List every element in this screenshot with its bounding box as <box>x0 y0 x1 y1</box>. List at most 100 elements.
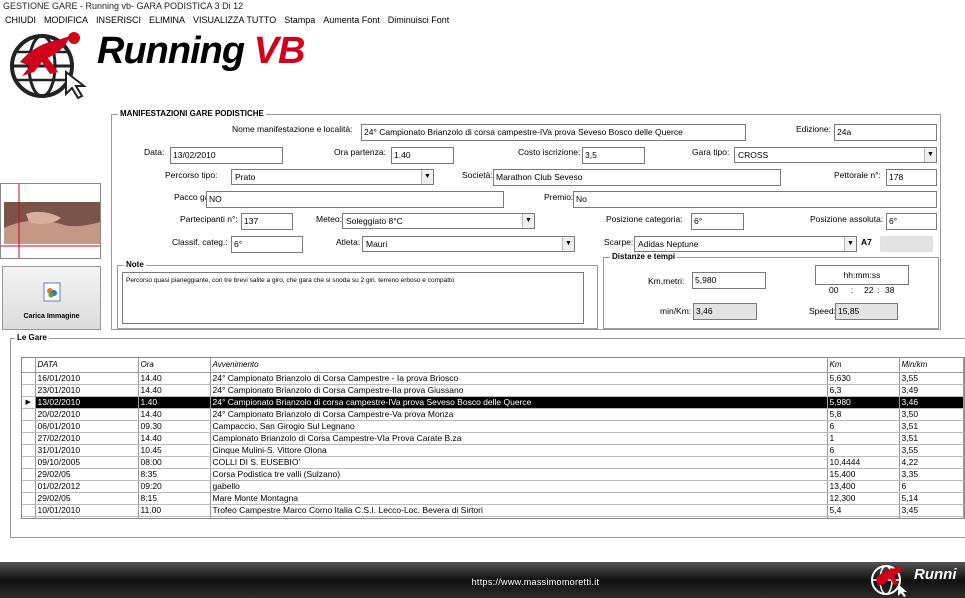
footer-url[interactable]: https://www.massimomoretti.it <box>0 577 965 587</box>
cell-ora[interactable]: 14.40 <box>138 372 211 385</box>
cell-minkm[interactable]: 3,46 <box>899 396 964 409</box>
table-row-empty[interactable] <box>22 516 964 518</box>
row-indicator[interactable] <box>22 492 36 505</box>
menu-item-modifica[interactable]: MODIFICA <box>44 15 88 25</box>
table-row[interactable]: 23/01/2010 14.40 24° Campionato Brianzolo … <box>22 384 964 397</box>
cell-km[interactable]: 5,980 <box>827 396 900 409</box>
cell-minkm[interactable]: 3,55 <box>899 372 964 385</box>
cell-empty[interactable] <box>138 516 211 518</box>
cell-data[interactable]: 20/02/2010 <box>35 408 139 421</box>
cell-km[interactable]: 6,3 <box>827 384 900 397</box>
cell-data[interactable]: 31/01/2010 <box>35 444 139 457</box>
atleta-select[interactable]: Mauri ▼ <box>362 236 575 252</box>
cell-km[interactable]: 5,4 <box>827 504 900 517</box>
load-image-button[interactable]: Carica Immagine <box>2 266 101 330</box>
table-row[interactable]: 10/01/2010 11.00 Trofeo Campestre Marco Co… <box>22 504 964 517</box>
cell-data[interactable]: 16/01/2010 <box>35 372 139 385</box>
cell-ora[interactable]: 14.40 <box>138 432 211 445</box>
cell-minkm[interactable]: 5,14 <box>899 492 964 505</box>
table-row[interactable]: 29/02/05 8:35 Corsa Podistica tre valli (S… <box>22 468 964 481</box>
percorso-select[interactable]: Prato ▼ <box>231 169 434 185</box>
cell-km[interactable]: 5,630 <box>827 372 900 385</box>
time-hh[interactable]: 00 <box>829 285 838 296</box>
cell-minkm[interactable]: 3,50 <box>899 408 964 421</box>
table-row[interactable]: 31/01/2010 10.45 Cinque Mulini-S. Vittore … <box>22 444 964 457</box>
row-indicator[interactable] <box>22 432 36 445</box>
cell-avvenimento[interactable]: 24° Campionato Brianzolo di Corsa Campes… <box>210 384 828 397</box>
cell-data[interactable]: 09/10/2005 <box>35 456 139 469</box>
cell-avvenimento[interactable]: gabello <box>210 480 828 493</box>
header-avvenimento[interactable]: Avvenimento <box>210 358 828 373</box>
cell-ora[interactable]: 10.45 <box>138 444 211 457</box>
cell-ora[interactable]: 8:35 <box>138 468 211 481</box>
row-indicator[interactable] <box>22 372 36 385</box>
societa-field[interactable]: Marathon Club Seveso <box>493 169 781 186</box>
note-textarea[interactable]: Percorso quasi pianeggiante, con tre bre… <box>122 272 584 324</box>
row-indicator[interactable] <box>22 384 36 397</box>
table-row[interactable]: 16/01/2010 14.40 24° Campionato Brianzolo … <box>22 372 964 385</box>
menu-item-diminuisci-font[interactable]: Diminuisci Font <box>388 15 450 25</box>
cell-minkm[interactable]: 3,35 <box>899 468 964 481</box>
garatipo-select[interactable]: CROSS ▼ <box>734 147 937 163</box>
table-row[interactable]: 20/02/2010 14.40 24° Campionato Brianzolo … <box>22 408 964 421</box>
nome-field[interactable]: 24° Campionato Brianzolo di corsa campes… <box>361 124 746 141</box>
cell-ora[interactable]: 09:20 <box>138 480 211 493</box>
cell-km[interactable]: 10,4444 <box>827 456 900 469</box>
cell-avvenimento[interactable]: Campionato Brianzolo di Corsa Campestre-… <box>210 432 828 445</box>
menu-item-visualizza-tutto[interactable]: VISUALIZZA TUTTO <box>193 15 276 25</box>
row-indicator[interactable] <box>22 468 36 481</box>
posass-field[interactable]: 6° <box>886 213 937 230</box>
edizione-field[interactable]: 24a <box>834 124 937 141</box>
cell-empty[interactable] <box>899 516 964 518</box>
poscat-field[interactable]: 6° <box>691 213 744 230</box>
row-indicator[interactable] <box>22 444 36 457</box>
cell-minkm[interactable]: 3,55 <box>899 444 964 457</box>
cell-km[interactable]: 15,400 <box>827 468 900 481</box>
cell-avvenimento[interactable]: Mare Monte Montagna <box>210 492 828 505</box>
time-mm[interactable]: 22 <box>864 285 873 296</box>
table-row[interactable]: 01/02/2012 09:20 gabello 13,400 6 <box>22 480 964 493</box>
costo-field[interactable]: 3,5 <box>582 147 645 164</box>
header-ora[interactable]: Ora <box>138 358 211 373</box>
cell-km[interactable]: 1 <box>827 432 900 445</box>
premio-field[interactable]: No <box>573 191 937 208</box>
cell-avvenimento[interactable]: COLLI DI S. EUSEBIO' <box>210 456 828 469</box>
row-indicator[interactable] <box>22 420 36 433</box>
cell-ora[interactable]: 09.30 <box>138 420 211 433</box>
table-row[interactable]: 29/02/05 8:15 Mare Monte Montagna 12,300 5,1… <box>22 492 964 505</box>
cell-km[interactable]: 13,400 <box>827 480 900 493</box>
ora-field[interactable]: 1.40 <box>391 147 454 164</box>
cell-avvenimento[interactable]: Cinque Mulini-S. Vittore Olona <box>210 444 828 457</box>
cell-data[interactable]: 29/02/05 <box>35 492 139 505</box>
cell-data[interactable]: 13/02/2010 <box>35 396 139 409</box>
chevron-down-icon[interactable]: ▼ <box>844 237 856 251</box>
row-indicator[interactable] <box>22 480 36 493</box>
cell-minkm[interactable]: 3,51 <box>899 420 964 433</box>
cell-data[interactable]: 29/02/05 <box>35 468 139 481</box>
cell-minkm[interactable]: 4,22 <box>899 456 964 469</box>
menu-item-aumenta-font[interactable]: Aumenta Font <box>323 15 380 25</box>
classif-field[interactable]: 6° <box>231 236 303 253</box>
cell-empty[interactable] <box>35 516 139 518</box>
data-field[interactable]: 13/02/2010 <box>170 147 283 164</box>
row-indicator[interactable] <box>22 408 36 421</box>
row-indicator[interactable]: ▶ <box>22 396 36 409</box>
cell-avvenimento[interactable]: Trofeo Campestre Marco Corno Italia C.S.… <box>210 504 828 517</box>
chevron-down-icon[interactable]: ▼ <box>924 148 936 162</box>
cell-ora[interactable]: 1.40 <box>138 396 211 409</box>
cell-km[interactable]: 6 <box>827 420 900 433</box>
cell-data[interactable]: 27/02/2010 <box>35 432 139 445</box>
cell-data[interactable]: 23/01/2010 <box>35 384 139 397</box>
time-ss[interactable]: 38 <box>885 285 894 296</box>
meteo-select[interactable]: Soleggiato 8°C ▼ <box>342 213 535 229</box>
header-km[interactable]: Km <box>827 358 900 373</box>
cell-avvenimento[interactable]: Campaccio, San Girogio Sul Legnano <box>210 420 828 433</box>
cell-minkm[interactable]: 3,51 <box>899 432 964 445</box>
cell-empty[interactable] <box>22 516 36 518</box>
cell-minkm[interactable]: 3,49 <box>899 384 964 397</box>
pacco-field[interactable]: NO <box>206 191 504 208</box>
cell-km[interactable]: 12,300 <box>827 492 900 505</box>
chevron-down-icon[interactable]: ▼ <box>421 170 433 184</box>
cell-data[interactable]: 01/02/2012 <box>35 480 139 493</box>
cell-minkm[interactable]: 6 <box>899 480 964 493</box>
